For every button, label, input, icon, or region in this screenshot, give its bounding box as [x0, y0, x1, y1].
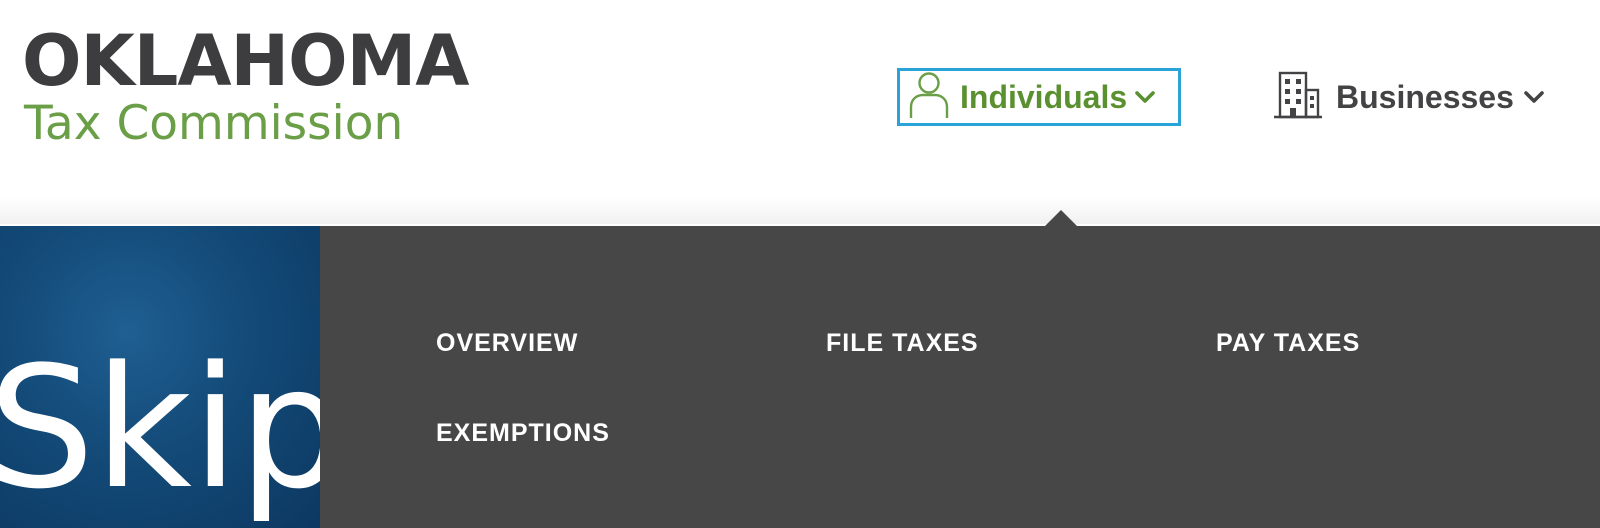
menu-item-exemptions[interactable]: EXEMPTIONS [436, 419, 610, 448]
menu-item-pay-taxes[interactable]: PAY TAXES [1216, 329, 1360, 358]
menu-item-overview[interactable]: OVERVIEW [436, 329, 578, 358]
hero-text: Skip [0, 330, 320, 526]
chevron-down-icon [1135, 90, 1155, 104]
individuals-dropdown-menu: OVERVIEW FILE TAXES PAY TAXES EXEMPTIONS [320, 226, 1600, 528]
nav-businesses-label: Businesses [1336, 78, 1514, 115]
header-shadow [0, 196, 1600, 224]
hero-banner: Skip [0, 226, 320, 528]
menu-item-file-taxes[interactable]: FILE TAXES [826, 329, 979, 358]
building-icon [1272, 70, 1324, 125]
site-header: OKLAHOMA Tax Commission Individuals Busi… [0, 0, 1600, 224]
dropdown-caret [1044, 210, 1078, 227]
person-icon [908, 71, 950, 124]
logo-subtitle: Tax Commission [24, 96, 404, 151]
nav-individuals-button[interactable]: Individuals [897, 68, 1181, 126]
nav-businesses-button[interactable]: Businesses [1272, 68, 1544, 126]
logo-title: OKLAHOMA [22, 20, 469, 102]
nav-individuals-label: Individuals [960, 78, 1128, 115]
chevron-down-icon [1524, 90, 1544, 104]
site-logo[interactable]: OKLAHOMA Tax Commission [22, 20, 469, 151]
